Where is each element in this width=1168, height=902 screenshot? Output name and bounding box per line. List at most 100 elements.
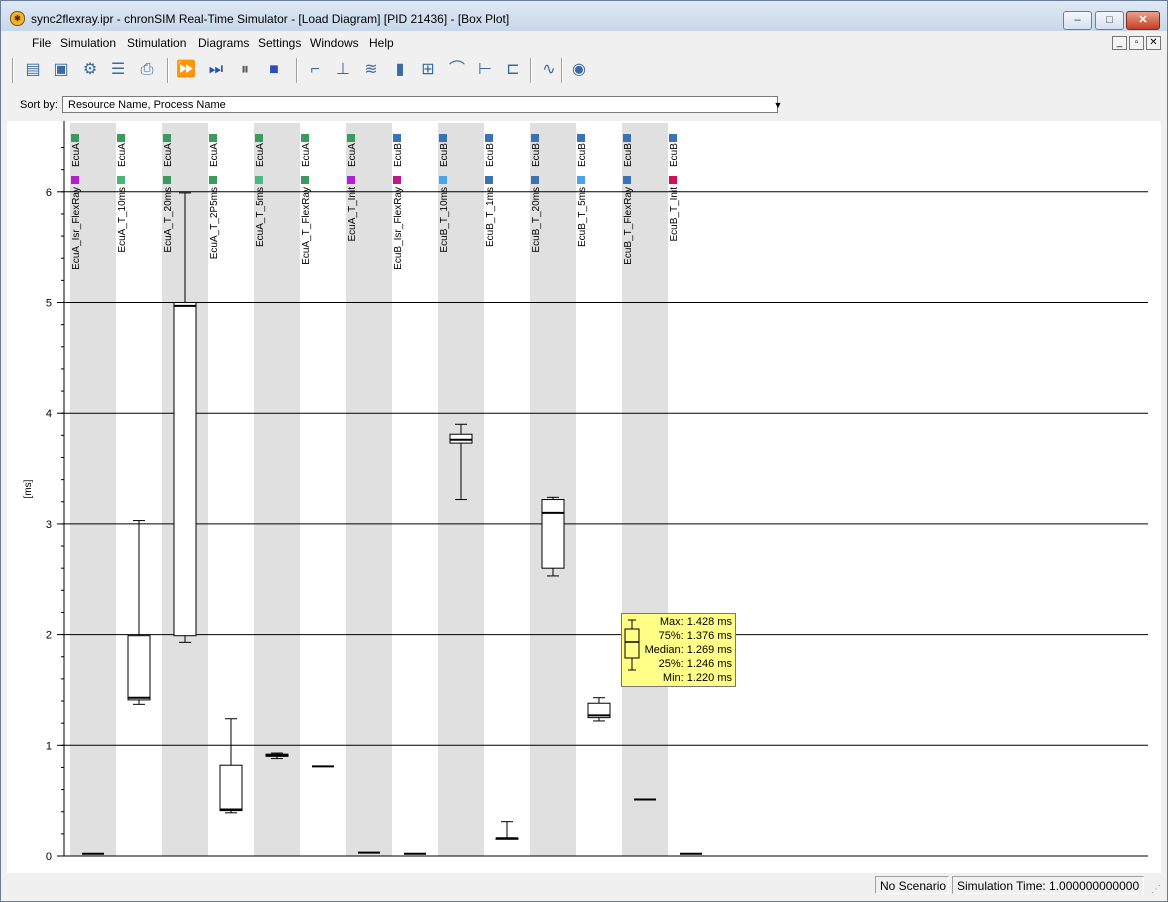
bar-chart-icon[interactable]: ▮: [389, 59, 411, 81]
app-icon[interactable]: ✱: [10, 11, 25, 26]
process-marker: [577, 176, 585, 184]
process-marker: [117, 176, 125, 184]
ecu-marker: [117, 134, 125, 142]
ecu-marker: [577, 134, 585, 142]
process-label: EcuA_T_Init: [347, 187, 358, 242]
menu-windows[interactable]: Windows: [310, 36, 359, 50]
menu-diagrams[interactable]: Diagrams: [198, 36, 249, 50]
ecu-label: EcuB: [623, 143, 634, 167]
menu-bar: File Simulation Stimulation Diagrams Set…: [9, 33, 1161, 53]
ecu-marker: [485, 134, 493, 142]
process-label: EcuA_Isr_FlexRay: [71, 187, 82, 270]
process-marker: [623, 176, 631, 184]
toolbar: ▤ ▣ ⚙ ☰ ⎙ ⏩ ⏭ ⏸ ■ ⌐ ⊥ ≋ ▮ ⊞ ⌒ ⊢ ⊏ ∿ ◉: [9, 56, 1161, 86]
ecu-label: EcuB: [485, 143, 496, 167]
y-axis-label: [ms]: [23, 479, 34, 498]
ecu-marker: [71, 134, 79, 142]
box-plot-icon[interactable]: ⊞: [417, 59, 439, 81]
process-label: EcuA_T_10ms: [117, 187, 128, 253]
resize-grip-icon[interactable]: ⋰: [1151, 884, 1161, 895]
process-marker: [301, 176, 309, 184]
y-tick-label: 6: [46, 187, 52, 199]
application-window: ✱ sync2flexray.ipr - chronSIM Real-Time …: [0, 0, 1168, 902]
ecu-marker: [393, 134, 401, 142]
window-title: sync2flexray.ipr - chronSIM Real-Time Si…: [31, 12, 510, 26]
menu-file[interactable]: File: [32, 36, 51, 50]
ecu-label: EcuA: [117, 143, 128, 167]
ecu-marker: [669, 134, 677, 142]
process-marker: [347, 176, 355, 184]
sort-select[interactable]: Resource Name, Process Name: [62, 96, 778, 113]
range-icon[interactable]: ⊏: [502, 59, 524, 81]
curve-icon[interactable]: ⌒: [446, 59, 468, 81]
toolbar-separator: [530, 58, 532, 83]
box-iqr: [173, 302, 197, 637]
minimize-button[interactable]: –: [1063, 11, 1092, 30]
eye-icon[interactable]: ◉: [568, 59, 590, 81]
menu-settings[interactable]: Settings: [258, 36, 301, 50]
box-plot-chart: 0 1 2 3 4 5 6 [ms] EcuA EcuA_Isr_FlexRay EcuA EcuA_…: [23, 121, 1148, 863]
signal-icon[interactable]: ∿: [538, 59, 560, 81]
open-project-icon[interactable]: ▤: [22, 59, 44, 81]
mdi-minimize-button[interactable]: _: [1112, 36, 1127, 50]
stop-icon[interactable]: ■: [263, 59, 285, 81]
timeline-icon[interactable]: ⊢: [474, 59, 496, 81]
ecu-label: EcuB: [577, 143, 588, 167]
task-tree-icon[interactable]: ⊥: [332, 59, 354, 81]
ecu-marker: [439, 134, 447, 142]
box-plot-item: [127, 520, 151, 705]
close-button[interactable]: ✕: [1126, 11, 1160, 30]
process-marker: [393, 176, 401, 184]
fast-forward-icon[interactable]: ⏩: [175, 59, 197, 81]
maximize-button[interactable]: □: [1095, 11, 1124, 30]
mdi-restore-button[interactable]: ▫: [1129, 36, 1144, 50]
process-marker: [531, 176, 539, 184]
y-tick-label: 5: [46, 298, 52, 310]
state-diagram-icon[interactable]: ⌐: [304, 59, 326, 81]
process-label: EcuB_T_Init: [669, 187, 680, 242]
ecu-marker: [531, 134, 539, 142]
box-iqr: [127, 635, 151, 701]
print-icon[interactable]: ⎙: [136, 59, 158, 81]
y-tick-label: 0: [46, 851, 52, 863]
box-plot-area[interactable]: 0 1 2 3 4 5 6 [ms] EcuA EcuA_Isr_FlexRay EcuA EcuA_…: [7, 121, 1161, 873]
process-label: EcuB_T_1ms: [485, 187, 496, 247]
step-forward-icon[interactable]: ⏭: [205, 59, 227, 81]
save-trace-icon[interactable]: ▣: [50, 59, 72, 81]
menu-simulation[interactable]: Simulation: [60, 36, 116, 50]
process-label: EcuA_T_5ms: [255, 187, 266, 247]
mdi-close-button[interactable]: ✕: [1146, 36, 1161, 50]
title-bar[interactable]: ✱ sync2flexray.ipr - chronSIM Real-Time …: [1, 1, 1167, 31]
ecu-label: EcuA: [347, 143, 358, 167]
ecu-marker: [623, 134, 631, 142]
settings-gear-icon[interactable]: ⚙: [79, 59, 101, 81]
process-marker: [71, 176, 79, 184]
tooltip-q1: 25%: 1.246 ms: [659, 658, 733, 670]
process-label: EcuB_Isr_FlexRay: [393, 187, 404, 270]
tooltip-max: Max: 1.428 ms: [660, 616, 733, 628]
load-lines-icon[interactable]: ≋: [360, 59, 382, 81]
ecu-marker: [301, 134, 309, 142]
ecu-label: EcuB: [531, 143, 542, 167]
process-marker: [669, 176, 677, 184]
process-label: EcuA_T_2P5ms: [209, 187, 220, 259]
toolbar-separator: [167, 58, 169, 83]
menu-help[interactable]: Help: [369, 36, 394, 50]
menu-stimulation[interactable]: Stimulation: [127, 36, 186, 50]
process-label: EcuB_T_10ms: [439, 187, 450, 253]
box-iqr: [219, 764, 243, 812]
y-tick-label: 2: [46, 630, 52, 642]
ecu-label: EcuB: [669, 143, 680, 167]
tooltip-min: Min: 1.220 ms: [663, 672, 733, 684]
ecu-marker: [347, 134, 355, 142]
box-iqr: [449, 433, 473, 444]
ecu-label: EcuB: [439, 143, 450, 167]
box-iqr: [541, 499, 565, 569]
ecu-label: EcuA: [301, 143, 312, 167]
y-tick-label: 4: [46, 408, 52, 420]
pause-icon[interactable]: ⏸: [234, 59, 256, 81]
box-plot-item: [587, 697, 611, 722]
chevron-down-icon[interactable]: ▼: [771, 98, 785, 112]
ecu-marker: [163, 134, 171, 142]
document-icon[interactable]: ☰: [107, 59, 129, 81]
